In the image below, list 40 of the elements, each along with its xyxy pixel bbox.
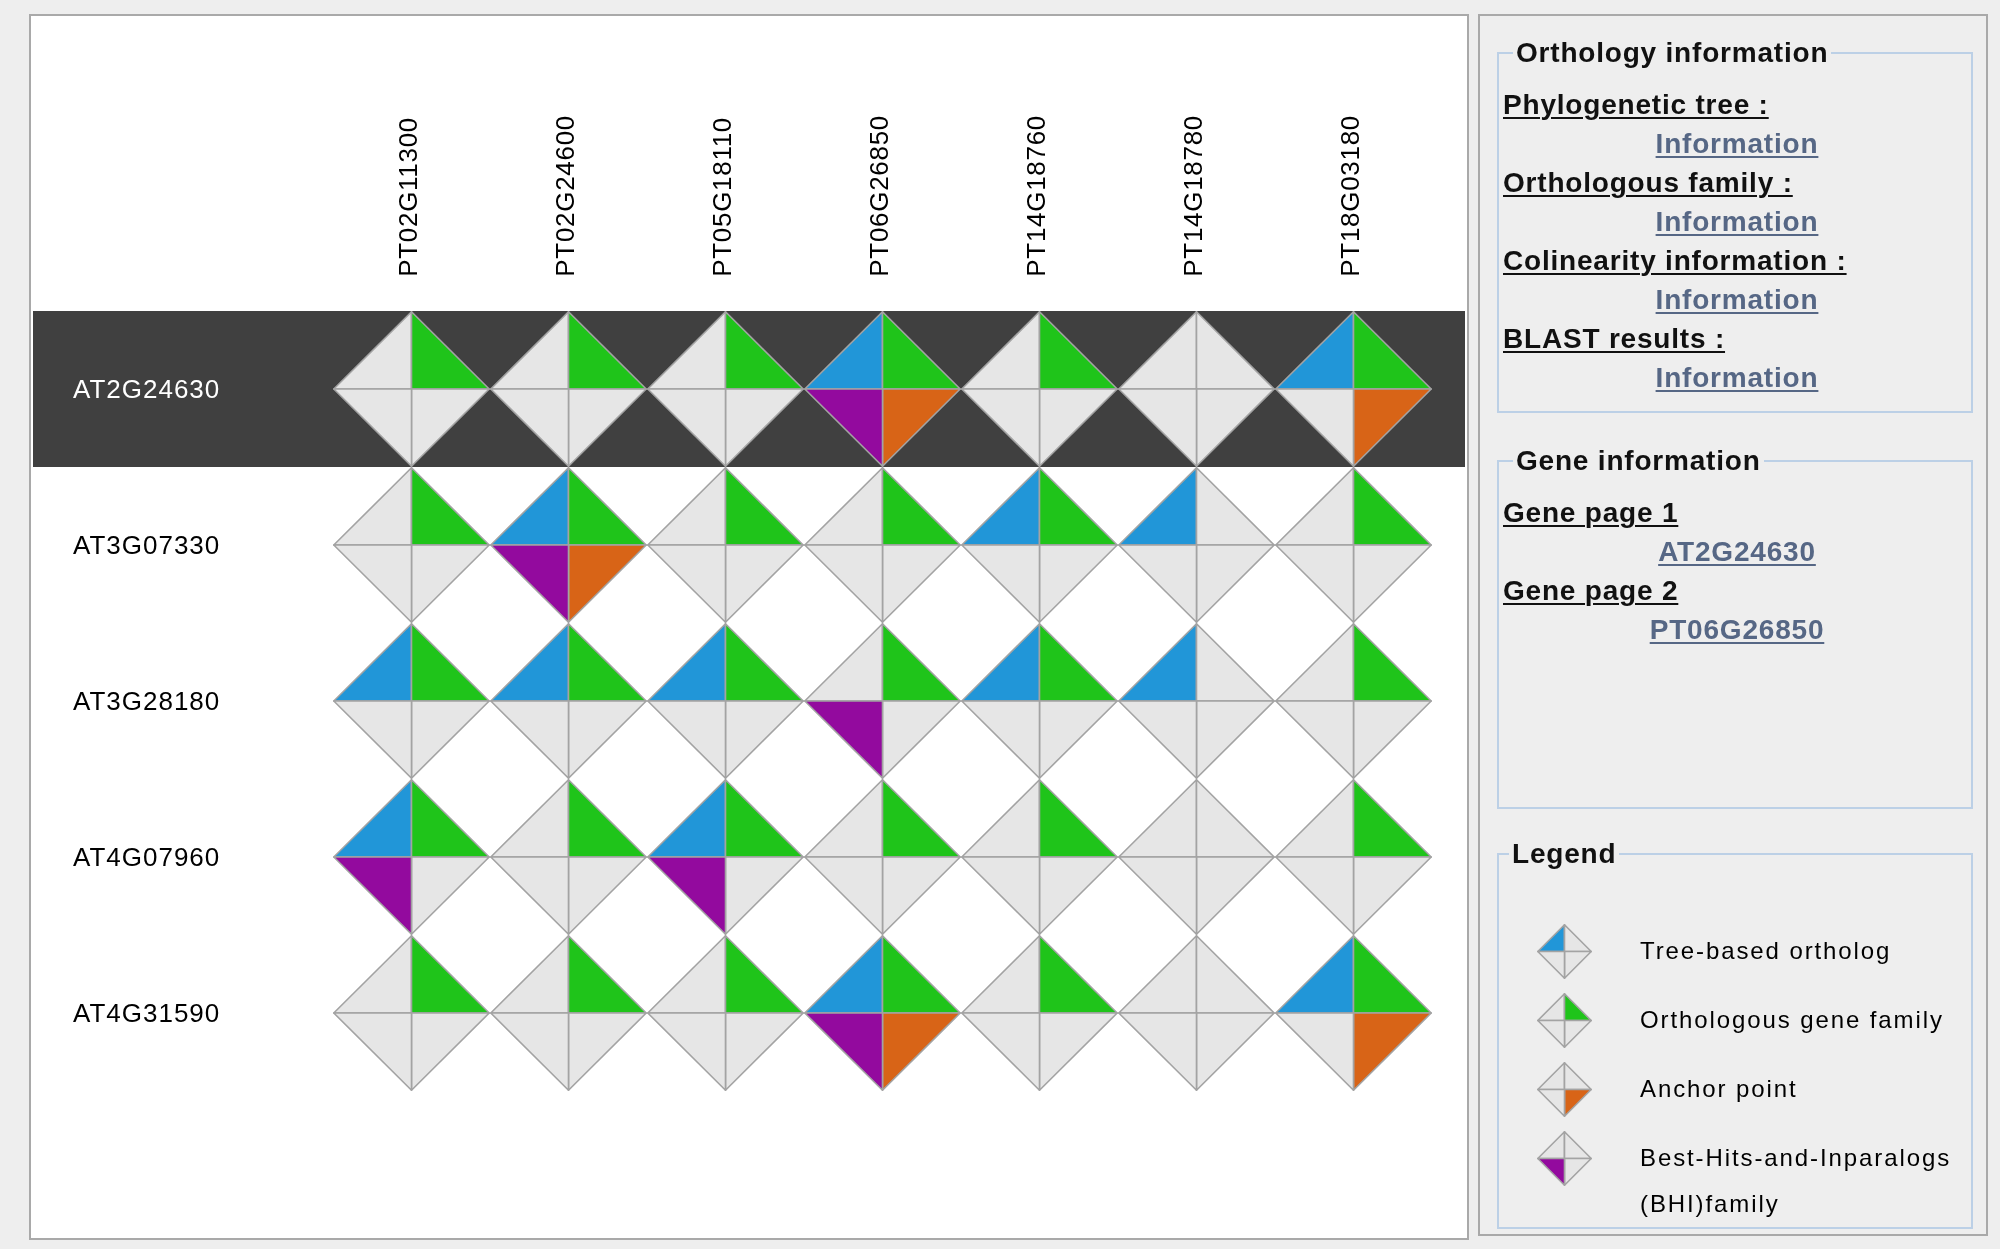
legend-label: Best-Hits-and-Inparalogs (BHI)family [1640,1143,1953,1219]
matrix-row[interactable]: AT3G28180 [33,623,1465,779]
field-label: Colinearity information : [1503,245,1847,276]
field-label: Gene page 2 [1503,575,1679,606]
legend-label: Anchor point [1640,1074,1799,1104]
row-label: AT3G28180 [73,686,221,716]
information-link[interactable]: Information [1655,128,1819,159]
gene-link[interactable]: AT2G24630 [1658,536,1816,567]
diamond-icon [1537,1131,1592,1186]
diamond-icon [1537,1062,1592,1117]
column-header: PT06G26850 [865,115,892,277]
legend-label: Tree-based ortholog [1640,936,1893,966]
row-label: AT4G07960 [73,842,221,872]
matrix-row[interactable]: AT4G07960 [33,779,1465,935]
row-label: AT4G31590 [73,998,221,1028]
field-label: Orthologous family : [1503,167,1793,198]
field-label: BLAST results : [1503,323,1726,354]
section-title: Orthology information [1515,38,1830,68]
matrix-row[interactable]: AT3G07330 [33,467,1465,623]
matrix-row[interactable]: AT4G31590 [33,935,1465,1091]
section-title: Legend [1511,839,1618,869]
legend-label: Orthologous gene family [1640,1005,1945,1035]
field-label: Phylogenetic tree : [1503,89,1769,120]
column-header: PT14G18760 [1022,115,1049,277]
column-header: PT02G24600 [551,115,578,277]
gene-link[interactable]: PT06G26850 [1649,614,1825,645]
column-header: PT18G03180 [1336,115,1363,277]
column-header: PT14G18780 [1179,115,1206,277]
column-header: PT02G11300 [394,117,421,277]
field-label: Gene page 1 [1503,497,1679,528]
column-header: PT05G18110 [708,117,735,277]
diamond-icon [1537,993,1592,1048]
information-link[interactable]: Information [1655,206,1819,237]
row-label: AT3G07330 [73,530,221,560]
row-label: AT2G24630 [73,374,221,404]
matrix-row[interactable]: AT2G24630 [33,311,1465,467]
information-link[interactable]: Information [1655,362,1819,393]
section-title: Gene information [1515,446,1762,476]
diamond-icon [1537,924,1592,979]
information-link[interactable]: Information [1655,284,1819,315]
